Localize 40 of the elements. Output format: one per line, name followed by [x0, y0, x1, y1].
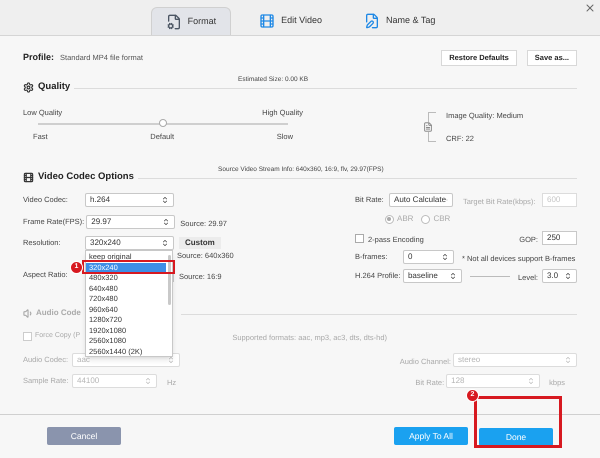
section-title: Audio Code — [36, 307, 81, 319]
section-title: Quality — [38, 80, 70, 94]
select-field[interactable]: 0 — [402, 250, 454, 264]
document-gear-icon — [166, 14, 182, 30]
chevron-updown-icon — [527, 377, 536, 385]
section-title: Video Codec Options — [38, 170, 134, 184]
tab[interactable]: Name & Tag — [350, 7, 450, 35]
profile-label: Profile: — [23, 51, 54, 64]
select-field[interactable]: h.264 — [85, 193, 174, 207]
select-field[interactable]: 29.97 — [86, 215, 176, 229]
film-icon — [259, 13, 276, 29]
chevron-updown-icon — [162, 218, 170, 226]
chevron-updown-icon — [440, 253, 449, 261]
tab[interactable]: Format — [150, 7, 232, 35]
speaker-icon — [23, 308, 34, 318]
chevron-updown-icon — [564, 272, 572, 280]
chevron-updown-icon — [448, 272, 457, 280]
scrollbar[interactable] — [168, 255, 171, 305]
chevron-updown-icon — [167, 356, 175, 364]
chevron-updown-icon — [564, 356, 572, 364]
custom-button[interactable]: Custom — [179, 237, 221, 249]
radio-button[interactable] — [384, 214, 394, 224]
film-reel-icon — [23, 172, 34, 182]
tab[interactable]: Edit Video — [245, 7, 336, 35]
select-field[interactable]: Auto Calculate — [388, 193, 453, 207]
select-field[interactable]: baseline — [402, 269, 462, 283]
quality-slider[interactable] — [38, 119, 288, 129]
chevron-updown-icon — [144, 377, 152, 385]
gear-icon — [23, 82, 34, 92]
select-field[interactable]: 3.0 — [542, 269, 577, 283]
radio-button[interactable] — [421, 214, 430, 224]
document-icon — [423, 122, 433, 132]
input-field[interactable]: 250 — [542, 231, 577, 245]
close-icon[interactable] — [584, 2, 596, 14]
checkbox[interactable] — [354, 234, 364, 242]
chevron-updown-icon — [161, 239, 169, 247]
document-pen-icon — [364, 13, 380, 29]
chevron-updown-icon — [161, 196, 169, 204]
slider-thumb[interactable] — [159, 119, 167, 127]
select-field[interactable]: 320x240 — [85, 236, 174, 250]
